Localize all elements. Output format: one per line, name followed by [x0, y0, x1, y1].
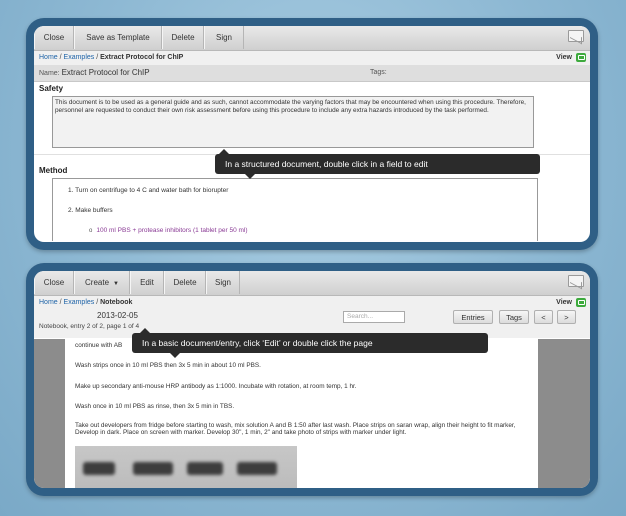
save-as-template-button[interactable]: Save as Template [74, 26, 162, 49]
breadcrumb-current: Extract Protocol for ChIP [100, 54, 184, 61]
page-viewer: continue with AB Wash strips once in 10 … [34, 339, 590, 488]
breadcrumb-home-link[interactable]: Home [39, 54, 58, 61]
tags-button[interactable]: Tags [499, 310, 529, 324]
breadcrumb-examples-link[interactable]: Examples [64, 299, 95, 306]
mail-icon[interactable] [568, 275, 584, 287]
tooltip-arrow [170, 353, 180, 358]
page-paragraph: Wash once in 10 ml PBS as rinse, then 3x… [75, 403, 235, 410]
page-paragraph: Wash strips once in 10 ml PBS then 3x 5 … [75, 362, 261, 369]
method-field[interactable]: 1. Turn on centrifuge to 4 C and water b… [52, 178, 538, 241]
entries-button[interactable]: Entries [453, 310, 493, 324]
structured-document-frame: Close Save as Template Delete Sign Home … [26, 18, 598, 250]
view-label[interactable]: View [556, 296, 572, 310]
blot-band [187, 462, 223, 475]
delete-button[interactable]: Delete [164, 271, 206, 294]
caret-down-icon: ▼ [113, 281, 119, 287]
breadcrumb-current: Notebook [100, 299, 133, 306]
view-label[interactable]: View [556, 51, 572, 65]
entry-date: 2013-02-05 [97, 311, 138, 320]
breadcrumb: Home / Examples / Extract Protocol for C… [34, 51, 590, 65]
breadcrumb: Home / Examples / Notebook View [34, 296, 590, 310]
page-paragraph: Take out developers from fridge before s… [75, 422, 516, 436]
view-icon[interactable] [576, 53, 586, 62]
entry-info: Notebook, entry 2 of 2, page 1 of 4 [39, 323, 140, 330]
tooltip-arrow [140, 328, 150, 333]
western-blot-photo [75, 446, 297, 488]
safety-section-title: Safety [39, 84, 64, 93]
method-section-title: Method [39, 166, 68, 175]
basic-document-frame: Close Create ▼ Edit Delete Sign Home / Ex… [26, 263, 598, 496]
safety-text-field[interactable]: This document is to be used as a general… [52, 96, 534, 148]
edit-button[interactable]: Edit [130, 271, 164, 294]
sign-button[interactable]: Sign [204, 26, 244, 49]
tooltip-text: In a basic document/entry, click ‘Edit’ … [142, 338, 373, 348]
create-label: Create [85, 278, 110, 287]
tooltip-arrow [245, 174, 255, 179]
close-button[interactable]: Close [34, 26, 74, 49]
tooltip-text: In a structured document, double click i… [225, 159, 428, 169]
method-step: 1. Turn on centrifuge to 4 C and water b… [68, 187, 229, 194]
breadcrumb-home-link[interactable]: Home [39, 299, 58, 306]
breadcrumb-examples-link[interactable]: Examples [64, 54, 95, 61]
basic-document-window: Close Create ▼ Edit Delete Sign Home / Ex… [34, 271, 590, 488]
tooltip-arrow [219, 149, 229, 154]
name-label: Name: [39, 70, 60, 77]
method-substep: 100 ml PBS + protease inhibitors (1 tabl… [89, 227, 247, 234]
structured-document-window: Close Save as Template Delete Sign Home … [34, 26, 590, 242]
create-dropdown-button[interactable]: Create ▼ [74, 271, 130, 294]
mail-icon[interactable] [568, 30, 584, 42]
prev-page-button[interactable]: < [534, 310, 553, 324]
notebook-page[interactable]: continue with AB Wash strips once in 10 … [65, 339, 538, 488]
close-button[interactable]: Close [34, 271, 74, 294]
view-icon[interactable] [576, 298, 586, 307]
search-input[interactable]: Search... [343, 311, 405, 323]
page-paragraph: Make up secondary anti-mouse HRP antibod… [75, 383, 357, 390]
edit-hint-tooltip: In a basic document/entry, click ‘Edit’ … [132, 328, 488, 358]
blot-band [83, 462, 115, 475]
blot-band [237, 462, 277, 475]
sign-button[interactable]: Sign [206, 271, 240, 294]
method-step: 2. Make buffers [68, 207, 113, 214]
tags-label[interactable]: Tags: [370, 65, 387, 81]
edit-hint-tooltip: In a structured document, double click i… [215, 149, 540, 179]
next-page-button[interactable]: > [557, 310, 576, 324]
delete-button[interactable]: Delete [162, 26, 204, 49]
toolbar: Close Create ▼ Edit Delete Sign [34, 271, 590, 296]
toolbar: Close Save as Template Delete Sign [34, 26, 590, 51]
blot-band [133, 462, 173, 475]
name-bar: Name: Extract Protocol for ChIP Tags: [34, 65, 590, 82]
name-field[interactable]: Extract Protocol for ChIP [62, 68, 150, 77]
